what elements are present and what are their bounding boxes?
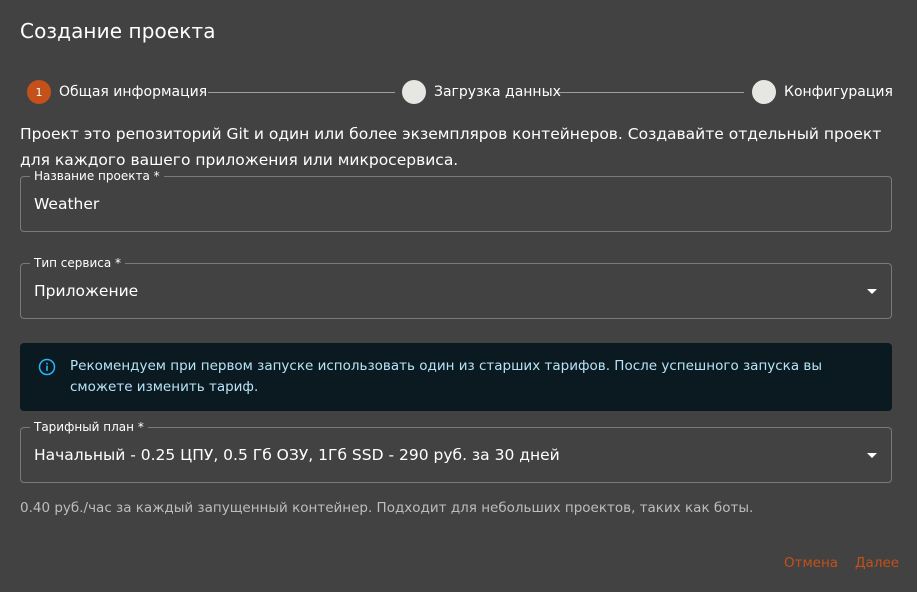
dialog-title: Создание проекта <box>20 19 216 43</box>
step-configuration[interactable]: Конфигурация <box>752 79 893 105</box>
step-label: Общая информация <box>59 84 208 100</box>
info-alert: Рекомендуем при первом запуске использов… <box>20 343 892 411</box>
info-icon <box>38 358 56 376</box>
cancel-button[interactable]: Отмена <box>784 555 838 571</box>
chevron-down-icon[interactable] <box>867 453 877 458</box>
step-general-info[interactable]: 1 Общая информация <box>27 79 207 105</box>
project-name-field[interactable]: Название проекта * Weather <box>20 168 892 232</box>
step-number-badge: 1 <box>27 80 51 104</box>
step-connector <box>208 92 395 93</box>
step-connector <box>558 92 744 93</box>
step-number-badge <box>752 80 776 104</box>
service-type-value: Приложение <box>34 282 139 300</box>
next-button[interactable]: Далее <box>855 555 899 571</box>
chevron-down-icon[interactable] <box>867 289 877 294</box>
tariff-plan-value: Начальный - 0.25 ЦПУ, 0.5 Гб ОЗУ, 1Гб SS… <box>34 446 560 464</box>
step-number-badge <box>402 80 426 104</box>
step-label: Конфигурация <box>784 84 893 100</box>
tariff-plan-select[interactable]: Тарифный план * Начальный - 0.25 ЦПУ, 0.… <box>20 419 892 483</box>
step-label: Загрузка данных <box>434 84 561 100</box>
step-data-upload[interactable]: Загрузка данных <box>402 79 561 105</box>
project-name-input[interactable]: Weather <box>34 177 99 231</box>
service-type-select[interactable]: Тип сервиса * Приложение <box>20 255 892 319</box>
tariff-helper-text: 0.40 руб./час за каждый запущенный конте… <box>20 500 754 516</box>
project-description: Проект это репозиторий Git и один или бо… <box>20 125 882 169</box>
alert-text: Рекомендуем при первом запуске использов… <box>70 358 823 395</box>
